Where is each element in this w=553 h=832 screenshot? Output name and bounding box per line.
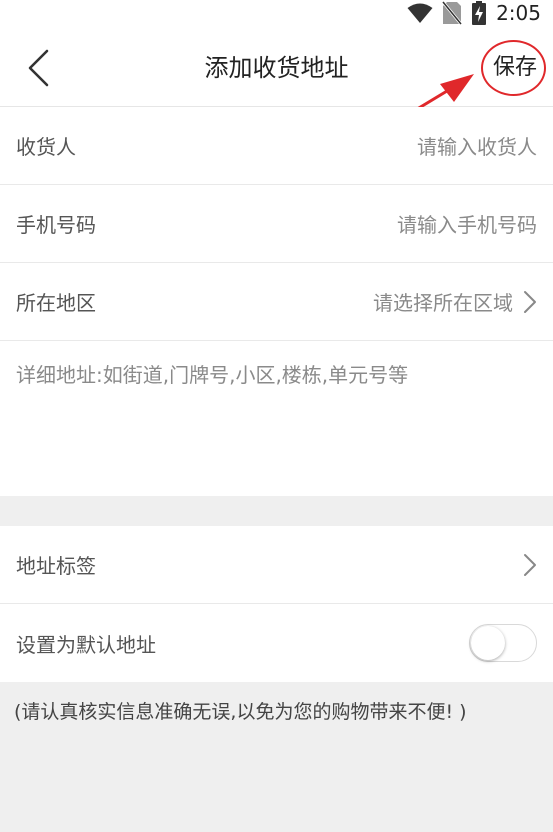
wifi-icon (407, 3, 433, 23)
save-button[interactable]: 保存 (493, 54, 537, 82)
address-area (0, 341, 553, 496)
default-address-toggle[interactable] (469, 624, 537, 662)
chevron-right-icon (524, 290, 536, 313)
phone-label: 手机号码 (16, 213, 96, 237)
region-row[interactable]: 所在地区 请选择所在区域 (0, 263, 553, 341)
receiver-label: 收货人 (16, 135, 76, 159)
region-selector[interactable]: 请选择所在区域 (373, 287, 537, 316)
receiver-row[interactable]: 收货人 请输入收货人 (0, 107, 553, 185)
default-address-label: 设置为默认地址 (16, 632, 156, 657)
status-time: 2:05 (496, 1, 541, 25)
phone-row[interactable]: 手机号码 请输入手机号码 (0, 185, 553, 263)
detail-address-input[interactable] (16, 359, 537, 478)
chevron-right-icon (524, 553, 536, 576)
status-bar: 2:05 (0, 0, 553, 26)
receiver-input[interactable]: 请输入收货人 (417, 131, 537, 160)
navigation-header: 添加收货地址 保存 (0, 26, 553, 107)
page-title: 添加收货地址 (204, 54, 349, 82)
default-address-row: 设置为默认地址 (0, 604, 553, 682)
region-label: 所在地区 (16, 291, 96, 315)
no-sim-icon (442, 1, 463, 25)
toggle-knob (471, 626, 505, 660)
address-tag-row[interactable]: 地址标签 (0, 526, 553, 604)
phone-input[interactable]: 请输入手机号码 (397, 209, 537, 238)
notice-text: (请认真核实信息准确无误,以免为您的购物带来不便! ) (14, 701, 467, 723)
address-form: 收货人 请输入收货人 手机号码 请输入手机号码 所在地区 请选择所在区域 (0, 107, 553, 496)
address-options: 地址标签 设置为默认地址 (0, 526, 553, 682)
address-tag-label: 地址标签 (16, 554, 96, 578)
region-placeholder: 请选择所在区域 (373, 291, 513, 315)
battery-charging-icon (472, 1, 487, 25)
